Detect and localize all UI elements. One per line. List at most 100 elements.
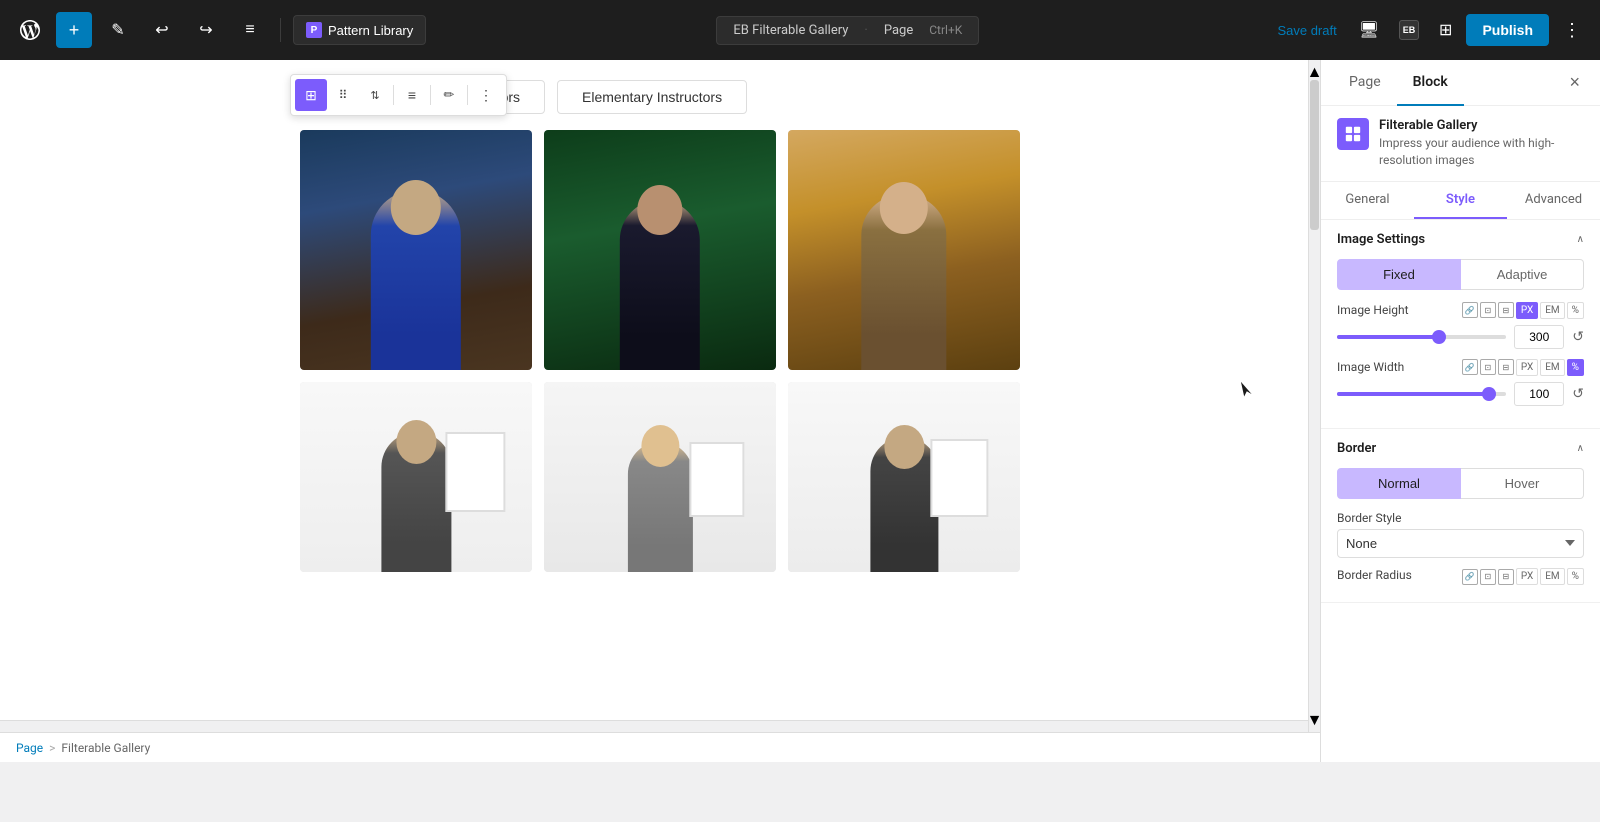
pattern-library-icon: P [306,22,322,38]
gallery-item-4 [300,382,532,572]
height-lock-icon[interactable]: ⊟ [1498,302,1514,318]
width-value-input[interactable] [1514,382,1564,406]
ellipsis-icon: ⋮ [479,87,493,104]
border-style-label: Border Style [1337,511,1584,525]
width-slider-track[interactable] [1337,392,1506,396]
radius-link-icon[interactable]: 🔗 [1462,569,1478,585]
wordpress-logo[interactable] [12,12,48,48]
scroll-down-button[interactable]: ▼ [1310,716,1319,724]
keyboard-shortcut: Ctrl+K [929,23,962,37]
breadcrumb-separator: > [49,741,55,755]
width-link-icon[interactable]: 🔗 [1462,359,1478,375]
adaptive-size-button[interactable]: Adaptive [1461,259,1584,290]
scroll-up-button[interactable]: ▲ [1310,68,1319,76]
scroll-thumb[interactable] [1310,80,1319,230]
toolbar-separator-2 [430,85,431,105]
width-px-button[interactable]: PX [1516,359,1538,376]
image-settings-header[interactable]: Image Settings ∧ [1337,232,1584,247]
eb-icon: EB [1399,20,1419,40]
view-button[interactable]: 🖥 [1353,14,1385,46]
page-type: Page [884,23,913,38]
border-chevron-up-icon: ∧ [1577,443,1584,454]
settings-icon: ⊞ [1439,20,1452,40]
align-icon: ≡ [408,87,416,103]
tab-page[interactable]: Page [1333,60,1397,106]
topbar-right: Save draft 🖥 EB ⊞ Publish ⋮ [1269,14,1588,47]
width-unlink-icon[interactable]: ⊡ [1480,359,1496,375]
redo-button[interactable]: ↪ [188,12,224,48]
block-more-button[interactable]: ⋮ [470,79,502,111]
eb-plugin-button[interactable]: EB [1393,14,1425,46]
settings-button[interactable]: ⊞ [1433,14,1458,46]
tab-block[interactable]: Block [1397,60,1464,106]
toolbar-separator [393,85,394,105]
save-draft-button[interactable]: Save draft [1269,23,1344,38]
normal-state-button[interactable]: Normal [1337,468,1461,499]
settings-tab-advanced[interactable]: Advanced [1507,182,1600,219]
width-reset-button[interactable]: ↺ [1572,385,1584,402]
gallery-filters: All Primary Instructors Elementary Instr… [0,60,1320,130]
edit-button[interactable]: ✏ [433,79,465,111]
border-style-select[interactable]: None Solid Dashed Dotted Double [1337,529,1584,558]
vertical-scrollbar[interactable]: ▲ ▼ [1308,60,1320,732]
move-up-down-button[interactable]: ⇅ [359,79,391,111]
radius-px-button[interactable]: PX [1516,568,1538,585]
gallery-item-3 [788,130,1020,370]
close-icon: × [1569,72,1580,92]
height-slider-track[interactable] [1337,335,1506,339]
border-section-header[interactable]: Border ∧ [1337,441,1584,456]
height-slider-fill [1337,335,1439,339]
grid-icon: ⊞ [305,87,317,104]
border-section: Border ∧ Normal Hover Border Style None [1321,429,1600,603]
pen-tool-button[interactable]: ✎ [100,12,136,48]
hover-state-button[interactable]: Hover [1461,468,1584,499]
width-lock-icon[interactable]: ⊟ [1498,359,1514,375]
height-slider-thumb[interactable] [1432,330,1446,344]
border-radius-row: Border Radius 🔗 ⊡ ⊟ PX EM % [1337,568,1584,590]
topbar: + ✎ ↩ ↪ ≡ P Pattern Library EB Filterabl… [0,0,1600,60]
drag-handle-button[interactable]: ⠿ [327,79,359,111]
pattern-library-button[interactable]: P Pattern Library [293,15,426,45]
image-width-slider-row: ↺ [1337,382,1584,406]
image-width-section: Image Width 🔗 ⊡ ⊟ PX EM % [1337,359,1584,406]
list-view-button[interactable]: ≡ [232,12,268,48]
radius-lock-icon[interactable]: ⊟ [1498,569,1514,585]
width-slider-thumb[interactable] [1482,387,1496,401]
add-block-button[interactable]: + [56,12,92,48]
height-link-icon[interactable]: 🔗 [1462,302,1478,318]
height-px-button[interactable]: PX [1516,302,1538,319]
breadcrumb-page-link[interactable]: Page [16,741,43,755]
more-options-button[interactable]: ⋮ [1557,14,1588,47]
pattern-library-label: Pattern Library [328,23,413,38]
height-value-input[interactable] [1514,325,1564,349]
page-name-bar[interactable]: EB Filterable Gallery · Page Ctrl+K [716,16,979,45]
block-info: Filterable Gallery Impress your audience… [1321,106,1600,182]
radius-unlink-icon[interactable]: ⊡ [1480,569,1496,585]
radius-em-button[interactable]: EM [1540,568,1564,585]
height-percent-button[interactable]: % [1567,302,1584,319]
pencil-icon: ✏ [444,87,455,103]
undo-button[interactable]: ↩ [144,12,180,48]
publish-button[interactable]: Publish [1466,14,1549,46]
fixed-size-button[interactable]: Fixed [1337,259,1461,290]
horizontal-scrollbar[interactable] [0,720,1308,732]
right-panel: Page Block × Filterable Gallery Impress … [1320,60,1600,762]
radius-percent-button[interactable]: % [1567,568,1584,585]
panel-close-button[interactable]: × [1561,64,1588,101]
drag-icon: ⠿ [339,88,348,102]
align-button[interactable]: ≡ [396,79,428,111]
width-percent-button[interactable]: % [1567,359,1584,376]
page-title: EB Filterable Gallery [733,23,848,38]
height-unlink-icon[interactable]: ⊡ [1480,302,1496,318]
redo-icon: ↪ [199,20,212,40]
settings-tab-general[interactable]: General [1321,182,1414,219]
settings-tab-style[interactable]: Style [1414,182,1507,219]
filter-elementary-button[interactable]: Elementary Instructors [557,80,747,114]
width-em-button[interactable]: EM [1540,359,1564,376]
height-reset-button[interactable]: ↺ [1572,328,1584,345]
canvas-area: ⊞ ⠿ ⇅ ≡ ✏ ⋮ [0,60,1320,762]
height-em-button[interactable]: EM [1540,302,1564,319]
block-type-button[interactable]: ⊞ [295,79,327,111]
gallery-item-1 [300,130,532,370]
border-state-toggle: Normal Hover [1337,468,1584,499]
